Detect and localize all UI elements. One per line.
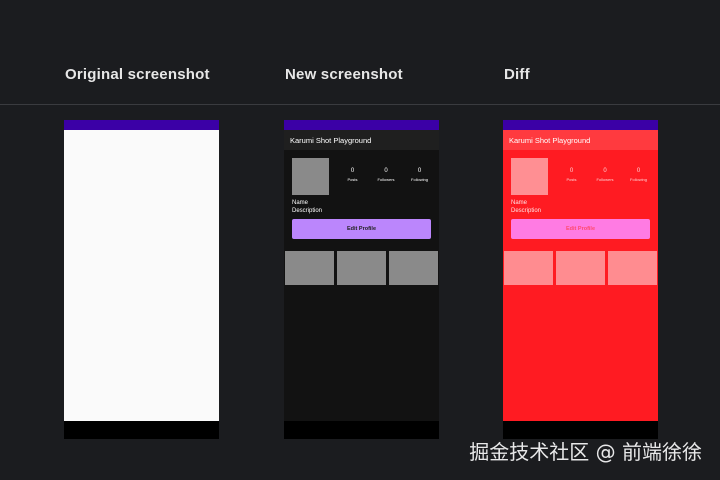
posts-label: Posts: [347, 177, 358, 182]
followers-label: Followers: [377, 177, 395, 182]
app-bar: Karumi Shot Playground: [284, 130, 439, 150]
following-stat: 0 Following: [403, 167, 436, 182]
navigation-bar: [64, 421, 219, 439]
app-title: Karumi Shot Playground: [509, 135, 591, 145]
profile-block: 0 Posts 0 Followers 0 Following: [503, 150, 658, 199]
status-bar: [284, 120, 439, 130]
posts-stat: 0 Posts: [336, 167, 369, 182]
grid-item[interactable]: [389, 251, 438, 285]
following-count: 0: [417, 168, 422, 174]
profile-name: Name: [292, 200, 309, 206]
original-screenshot-panel: [64, 120, 219, 439]
grid-item[interactable]: [556, 251, 605, 285]
edit-profile-button[interactable]: Edit Profile: [292, 219, 431, 239]
photo-grid: [284, 239, 439, 285]
new-screenshot-title: New screenshot: [285, 66, 403, 83]
followers-label: Followers: [596, 177, 614, 182]
diff-phone-screen: Karumi Shot Playground 0 Posts 0 Followe…: [503, 130, 658, 421]
followers-stat: 0 Followers: [589, 167, 622, 182]
watermark-text: 掘金技术社区 @ 前端徐徐: [469, 440, 702, 464]
new-screenshot-panel: Karumi Shot Playground 0 Posts 0 Followe…: [284, 120, 439, 439]
diff-title: Diff: [504, 66, 530, 83]
screenshot-comparison-page: Original screenshot New screenshot Diff …: [0, 0, 720, 480]
grid-item[interactable]: [608, 251, 657, 285]
following-stat: 0 Following: [622, 167, 655, 182]
following-label: Following: [411, 177, 428, 182]
followers-count: 0: [603, 168, 607, 174]
followers-count: 0: [384, 168, 388, 174]
comparison-header: Original screenshot New screenshot Diff: [0, 0, 720, 105]
profile-block: 0 Posts 0 Followers 0 Following: [284, 150, 439, 199]
posts-stat: 0 Posts: [555, 167, 588, 182]
posts-count: 0: [569, 168, 574, 174]
grid-item[interactable]: [337, 251, 386, 285]
app-bar: Karumi Shot Playground: [503, 130, 658, 150]
following-count: 0: [636, 168, 641, 174]
app-title: Karumi Shot Playground: [290, 135, 372, 145]
avatar-placeholder: [511, 158, 548, 195]
original-screenshot-title: Original screenshot: [65, 66, 210, 83]
edit-profile-button[interactable]: Edit Profile: [511, 219, 650, 239]
profile-description: Description: [511, 208, 542, 214]
posts-label: Posts: [566, 177, 577, 182]
profile-stats: 0 Posts 0 Followers 0 Following: [336, 167, 436, 182]
diff-panel: Karumi Shot Playground 0 Posts 0 Followe…: [503, 120, 658, 439]
grid-item[interactable]: [285, 251, 334, 285]
followers-stat: 0 Followers: [370, 167, 403, 182]
navigation-bar: [284, 421, 439, 439]
grid-item[interactable]: [504, 251, 553, 285]
photo-grid: [503, 239, 658, 285]
status-bar: [64, 120, 219, 130]
status-bar: [503, 120, 658, 130]
profile-stats: 0 Posts 0 Followers 0 Following: [555, 167, 655, 182]
profile-description: Description: [292, 208, 323, 214]
following-label: Following: [630, 177, 647, 182]
avatar-placeholder: [292, 158, 329, 195]
blank-content: [64, 130, 219, 421]
profile-name: Name: [511, 200, 528, 206]
posts-count: 0: [350, 168, 355, 174]
new-phone-screen: Karumi Shot Playground 0 Posts 0 Followe…: [284, 130, 439, 421]
